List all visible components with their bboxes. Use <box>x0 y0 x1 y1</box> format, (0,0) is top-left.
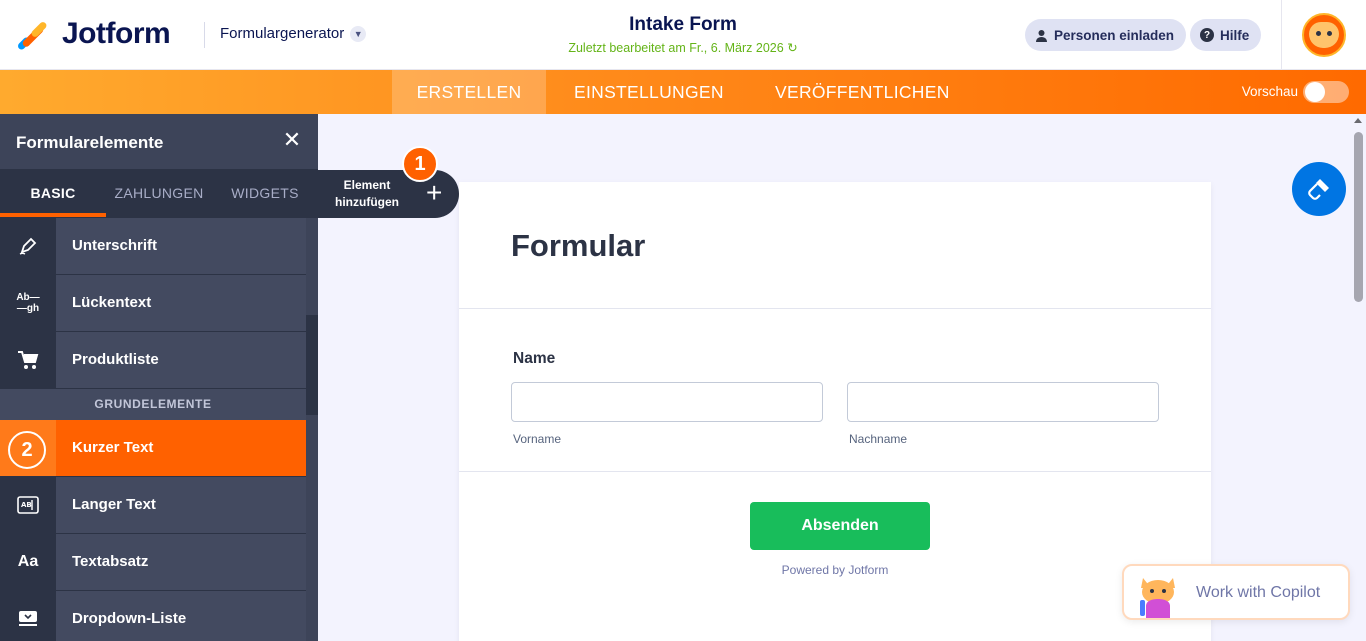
builder-navbar: ERSTELLEN EINSTELLUNGEN VERÖFFENTLICHEN … <box>0 70 1366 114</box>
form-title-area: Intake Form Zuletzt bearbeitet am Fr., 6… <box>500 14 866 55</box>
copilot-button[interactable]: Work with Copilot <box>1122 564 1350 620</box>
chevron-down-icon: ▼ <box>350 25 367 42</box>
tab-zahlungen[interactable]: ZAHLUNGEN <box>106 169 212 218</box>
add-element-label-line1: Element <box>343 178 391 192</box>
dropdown-icon <box>0 591 56 641</box>
toggle-knob <box>1305 82 1325 102</box>
sidebar-item-label: Produktliste <box>56 332 306 388</box>
sidebar-item-kurzer-text[interactable]: 2 Kurzer Text <box>0 420 306 477</box>
fill-in-blank-icon: Ab— —gh <box>0 275 56 331</box>
help-icon: ? <box>1200 28 1214 42</box>
sidebar-item-label: Textabsatz <box>56 534 306 590</box>
logo-text: Jotform <box>62 17 171 50</box>
last-name-input[interactable] <box>847 382 1159 422</box>
avatar-face-icon <box>1309 22 1339 48</box>
form-heading[interactable]: Formular <box>511 228 645 264</box>
paint-roller-icon <box>1308 179 1329 200</box>
jotform-logo[interactable]: Jotform <box>16 17 171 51</box>
generator-dropdown[interactable]: Formulargenerator ▼ <box>220 25 367 42</box>
plus-icon: + <box>426 177 443 208</box>
long-text-icon: AB <box>0 477 56 533</box>
close-icon[interactable]: ✕ <box>282 128 302 152</box>
refresh-icon: ↻ <box>787 41 798 55</box>
shopping-cart-icon <box>0 332 56 388</box>
add-element-label-line2: hinzufügen <box>335 195 399 209</box>
tab-einstellungen[interactable]: EINSTELLUNGEN <box>574 70 724 114</box>
powered-by-text: Powered by Jotform <box>781 563 889 577</box>
header-divider-right <box>1281 0 1282 70</box>
sidebar-item-label: Langer Text <box>56 477 306 533</box>
submit-button[interactable]: Absenden <box>750 502 930 550</box>
sidebar-item-label: Kurzer Text <box>56 420 306 476</box>
sidebar-tabs: BASIC ZAHLUNGEN WIDGETS <box>0 169 318 218</box>
name-field-label[interactable]: Name <box>513 350 555 368</box>
form-elements-sidebar: Formularelemente ✕ BASIC ZAHLUNGEN WIDGE… <box>0 114 318 641</box>
step-2-badge-number: 2 <box>8 431 46 469</box>
sidebar-item-lueckentext[interactable]: Ab— —gh Lückentext <box>0 275 306 332</box>
sidebar-item-produktliste[interactable]: Produktliste <box>0 332 306 389</box>
form-designer-button[interactable] <box>1292 162 1346 216</box>
copilot-label: Work with Copilot <box>1196 584 1321 601</box>
first-name-sublabel: Vorname <box>513 432 562 446</box>
copilot-cat-icon <box>1140 578 1175 618</box>
form-title[interactable]: Intake Form <box>500 14 866 36</box>
sidebar-item-textabsatz[interactable]: Aa Textabsatz <box>0 534 306 591</box>
paragraph-icon: Aa <box>0 534 56 590</box>
preview-label: Vorschau <box>1241 84 1298 99</box>
add-element-label: Element hinzufügen <box>330 177 404 211</box>
tab-erstellen[interactable]: ERSTELLEN <box>392 70 546 114</box>
tab-veroeffentlichen[interactable]: VERÖFFENTLICHEN <box>775 70 950 114</box>
sidebar-item-dropdown-liste[interactable]: Dropdown-Liste <box>0 591 306 641</box>
step-1-badge: 1 <box>402 146 438 182</box>
form-divider <box>459 471 1211 472</box>
section-grundelemente: GRUNDELEMENTE <box>0 389 306 420</box>
sidebar-scrollbar[interactable] <box>306 218 318 641</box>
sidebar-item-label: Unterschrift <box>56 218 306 274</box>
add-element-button[interactable]: Element hinzufügen + <box>318 170 459 218</box>
generator-label: Formulargenerator <box>220 25 345 42</box>
help-button[interactable]: ? Hilfe <box>1190 19 1262 51</box>
sidebar-item-label: Lückentext <box>56 275 306 331</box>
sidebar-item-langer-text[interactable]: AB Langer Text <box>0 477 306 534</box>
invite-label: Personen einladen <box>1054 27 1175 43</box>
sidebar-item-unterschrift[interactable]: Unterschrift <box>0 218 306 275</box>
user-icon <box>1036 29 1047 42</box>
canvas-scroll-thumb[interactable] <box>1354 132 1363 302</box>
signature-pen-icon <box>0 218 56 274</box>
jotform-logo-icon <box>16 19 48 51</box>
first-name-input[interactable] <box>511 382 823 422</box>
elements-list: Unterschrift Ab— —gh Lückentext Produktl… <box>0 218 306 641</box>
top-header: Jotform Formulargenerator ▼ Intake Form … <box>0 0 1366 70</box>
form-canvas: Formular Name Vorname Nachname Absenden … <box>459 182 1211 641</box>
sidebar-header: Formularelemente ✕ <box>0 114 318 169</box>
preview-toggle[interactable] <box>1303 81 1349 103</box>
invite-people-button[interactable]: Personen einladen <box>1025 19 1187 51</box>
sidebar-title: Formularelemente <box>16 133 164 152</box>
scroll-up-arrow-icon[interactable] <box>1354 118 1362 123</box>
avatar[interactable] <box>1302 13 1346 57</box>
last-edited-text: Zuletzt bearbeitet am Fr., 6. März 2026 <box>568 41 784 55</box>
sidebar-scroll-thumb[interactable] <box>306 315 318 415</box>
header-divider <box>204 22 205 48</box>
tab-basic[interactable]: BASIC <box>0 169 106 218</box>
step-2-badge: 2 <box>0 420 56 476</box>
last-name-sublabel: Nachname <box>849 432 908 446</box>
sidebar-item-label: Dropdown-Liste <box>56 591 306 641</box>
tab-widgets[interactable]: WIDGETS <box>212 169 318 218</box>
active-tab-indicator <box>0 213 106 217</box>
last-edited-status: Zuletzt bearbeitet am Fr., 6. März 2026 … <box>500 40 866 55</box>
svg-text:AB: AB <box>21 501 32 509</box>
help-label: Hilfe <box>1220 27 1250 43</box>
form-divider <box>459 308 1211 309</box>
